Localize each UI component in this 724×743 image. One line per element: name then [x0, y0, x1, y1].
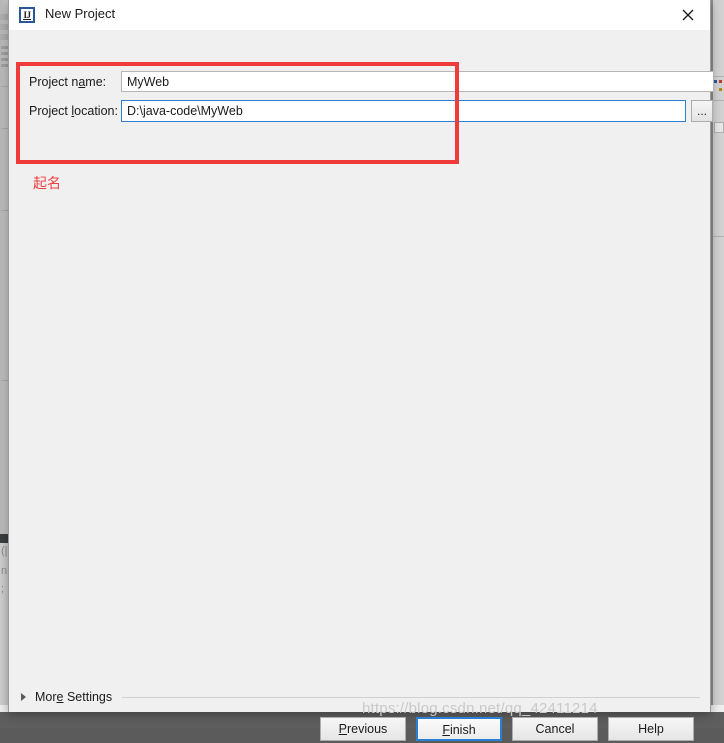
help-button[interactable]: Help [608, 717, 694, 741]
project-name-input[interactable] [121, 71, 714, 92]
project-location-input[interactable] [121, 100, 686, 122]
previous-button[interactable]: Previous [320, 717, 406, 741]
cancel-button[interactable]: Cancel [512, 717, 598, 741]
dialog-titlebar: IJ New Project [9, 0, 710, 31]
intellij-idea-icon: IJ [19, 7, 35, 23]
project-location-label: Project location: [29, 104, 118, 118]
dialog-body: Project name: Project location: ... 起名 M… [9, 31, 710, 712]
close-icon[interactable] [665, 0, 710, 29]
project-name-label: Project name: [29, 75, 106, 89]
more-settings-label: More Settings [35, 690, 112, 704]
more-settings-expander[interactable]: More Settings [21, 690, 700, 704]
more-settings-separator [122, 697, 700, 698]
browse-ellipsis-button[interactable]: ... [691, 100, 713, 122]
triangle-right-icon [21, 693, 26, 701]
annotation-red-note: 起名 [33, 173, 61, 193]
new-project-dialog: IJ New Project Project name: Project loc… [8, 0, 711, 712]
dialog-button-row: Previous Finish Cancel Help [9, 717, 712, 743]
finish-button[interactable]: Finish [416, 717, 502, 741]
dialog-title: New Project [45, 6, 115, 21]
